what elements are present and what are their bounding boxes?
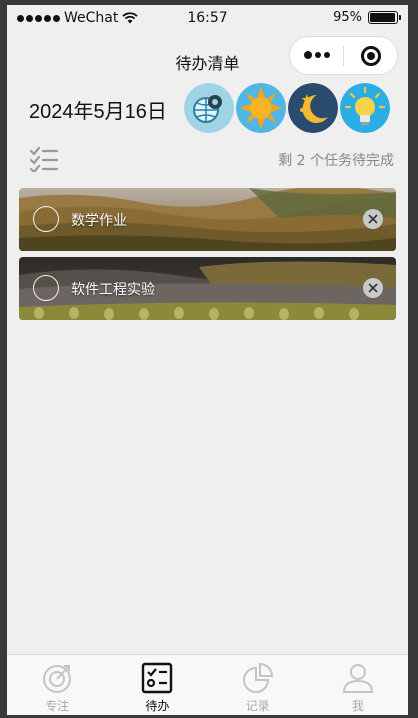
app-screen: WeChat 16:57 95% 待办清单 2024年5月16日 剩 2 个任务… (7, 5, 408, 715)
moon-stars-icon[interactable] (288, 83, 338, 133)
task-checkbox[interactable] (33, 275, 59, 301)
battery-icon (368, 11, 401, 24)
battery-fill (370, 13, 395, 22)
more-menu-icon[interactable] (290, 51, 343, 59)
todo-icon (142, 662, 173, 694)
tab-todo-label: 待办 (145, 699, 170, 713)
mini-program-capsule (289, 36, 398, 75)
task-label: 软件工程实验 (71, 282, 155, 298)
close-mini-program-icon[interactable] (344, 45, 397, 66)
pie-chart-icon (242, 662, 273, 693)
task-checkbox[interactable] (33, 206, 59, 232)
checklist-icon[interactable] (29, 146, 59, 172)
globe-gear-icon[interactable] (184, 83, 234, 133)
focus-icon (43, 665, 72, 693)
task-item[interactable]: 软件工程实验 (19, 257, 396, 320)
tab-bar: 专注 待办 记录 我 (7, 654, 408, 715)
task-item[interactable]: 数学作业 (19, 188, 396, 251)
task-label: 数学作业 (71, 213, 127, 229)
tab-me-label: 我 (351, 699, 364, 713)
remaining-tasks-count: 剩 2 个任务待完成 (278, 153, 394, 169)
delete-task-icon[interactable] (363, 209, 383, 229)
weather-icons (184, 83, 390, 133)
current-date: 2024年5月16日 (29, 101, 167, 123)
lightbulb-icon[interactable] (340, 83, 390, 133)
navigation-bar: 待办清单 (7, 35, 408, 79)
status-right: 95% (333, 10, 401, 25)
tab-todo[interactable]: 待办 (107, 655, 207, 715)
tab-me[interactable]: 我 (308, 655, 408, 715)
tab-focus[interactable]: 专注 (7, 655, 107, 715)
tab-records[interactable]: 记录 (208, 655, 308, 715)
delete-task-icon[interactable] (363, 278, 383, 298)
user-icon (342, 664, 373, 693)
tab-focus-label: 专注 (45, 699, 70, 713)
battery-percent: 95% (333, 10, 362, 25)
tab-records-label: 记录 (245, 699, 270, 713)
sun-icon[interactable] (236, 83, 286, 133)
status-bar: WeChat 16:57 95% (7, 5, 408, 31)
